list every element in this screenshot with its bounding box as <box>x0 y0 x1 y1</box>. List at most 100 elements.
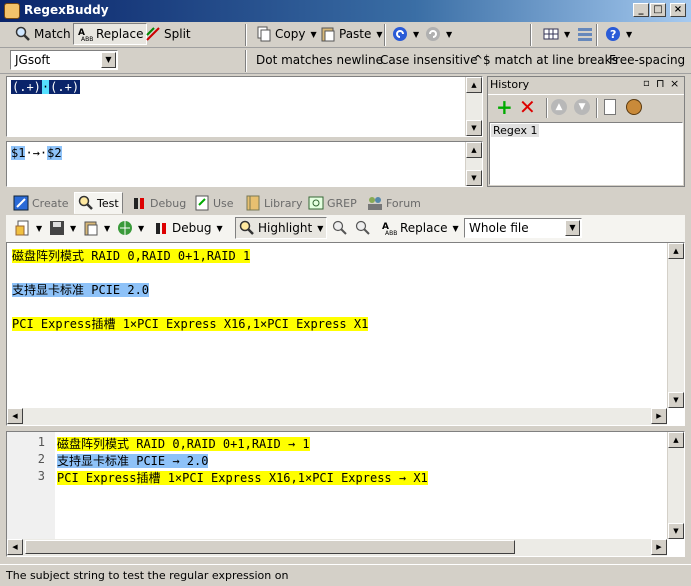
scroll-down-icon[interactable]: ▼ <box>466 120 482 136</box>
result-vscrollbar[interactable]: ▲ ▼ <box>667 432 684 539</box>
save-button[interactable]: ▼ <box>46 217 79 239</box>
chevron-down-icon: ▼ <box>104 223 111 233</box>
minimize-button[interactable]: _ <box>633 3 649 17</box>
copy-button[interactable]: Copy ▼ <box>253 23 320 45</box>
create-icon <box>13 195 29 211</box>
option-case-insensitive[interactable]: Case insensitive <box>380 53 477 67</box>
subject-vscrollbar[interactable]: ▲ ▼ <box>667 243 684 408</box>
test-toolbar: ▼ ▼ ▼ ▼ Debug ▼ Highlight ▼ A ABB Replace ▼ … <box>6 215 685 242</box>
previous-match-button[interactable] <box>329 217 351 239</box>
result-line-1: 磁盘阵列模式 RAID 0,RAID 0+1,RAID → 1 <box>57 435 310 452</box>
history-item[interactable]: Regex 1 <box>491 124 540 137</box>
regex-editor[interactable]: (.+)·(.+) ▲ ▼ <box>6 76 483 137</box>
scroll-up-icon[interactable]: ▲ <box>668 432 684 448</box>
test-replace-button[interactable]: A ABB Replace ▼ <box>378 217 462 239</box>
tab-forum[interactable]: Forum <box>364 192 424 214</box>
chevron-down-icon: ▼ <box>564 29 571 39</box>
scroll-thumb[interactable] <box>25 540 515 554</box>
backref-2: $2 <box>47 146 62 160</box>
next-match-button[interactable] <box>352 217 374 239</box>
subject-hscrollbar[interactable]: ◀ ▶ <box>7 408 667 425</box>
paste-label: Paste <box>339 27 372 41</box>
zoom-in-icon <box>355 220 371 236</box>
maximize-button[interactable]: □ <box>650 3 666 17</box>
scroll-up-icon[interactable]: ▲ <box>466 77 482 93</box>
scroll-right-icon[interactable]: ▶ <box>651 408 667 424</box>
history-panel: History ▫ ⊓ × + ✕ ▲ ▼ Regex 1 <box>487 76 685 187</box>
chevron-down-icon: ▼ <box>452 223 459 233</box>
scroll-right-icon[interactable]: ▶ <box>651 539 667 555</box>
web-button[interactable]: ▼ <box>114 217 147 239</box>
new-document-icon[interactable] <box>604 99 616 115</box>
chevron-down-icon: ▼ <box>317 223 324 233</box>
paste-icon <box>83 220 99 236</box>
regex-group-2: (.+) <box>50 80 80 94</box>
backref-1: $1 <box>11 146 26 160</box>
paste-test-button[interactable]: ▼ <box>80 217 113 239</box>
option-multiline[interactable]: ^$ match at line breaks <box>473 53 618 67</box>
buddy-icon[interactable] <box>626 99 642 115</box>
debug-button[interactable]: Debug ▼ <box>150 217 226 239</box>
add-icon[interactable]: + <box>496 97 513 117</box>
help-button[interactable]: ? ▼ <box>602 23 635 45</box>
paste-button[interactable]: Paste ▼ <box>317 23 386 45</box>
replace-button[interactable]: A ABB Replace <box>73 23 148 45</box>
tab-label: Use <box>213 196 234 210</box>
tab-use[interactable]: Use <box>191 192 237 214</box>
redo-button[interactable]: ▼ <box>422 23 455 45</box>
regex-group-1: (.+) <box>12 80 41 94</box>
scroll-left-icon[interactable]: ◀ <box>7 539 23 555</box>
highlight-button[interactable]: Highlight ▼ <box>235 217 328 239</box>
line-number: 1 <box>37 435 45 449</box>
tab-label: Debug <box>150 196 187 210</box>
zoom-out-icon <box>332 220 348 236</box>
close-icon[interactable]: × <box>670 77 679 90</box>
tab-create[interactable]: Create <box>10 192 72 214</box>
result-highlight: 磁盘阵列模式 RAID 0,RAID 0+1,RAID → 1 <box>57 437 310 451</box>
move-up-icon[interactable]: ▲ <box>551 99 567 115</box>
match-button[interactable]: Match <box>12 23 74 45</box>
svg-text:?: ? <box>610 28 616 41</box>
tab-grep[interactable]: GREP <box>305 192 360 214</box>
layout-button[interactable]: ▼ <box>540 23 573 45</box>
split-button[interactable]: Split <box>142 23 194 45</box>
undo-button[interactable]: ▼ <box>389 23 422 45</box>
replacement-editor[interactable]: $1·→·$2 ▲ ▼ <box>6 141 483 187</box>
scroll-down-icon[interactable]: ▼ <box>466 170 482 186</box>
option-dot-matches-newline[interactable]: Dot matches newline <box>256 53 383 67</box>
scope-select[interactable]: Whole file ▼ <box>464 218 582 238</box>
dock-icon[interactable]: ⊓ <box>656 77 665 90</box>
scroll-down-icon[interactable]: ▼ <box>668 392 684 408</box>
flavor-select[interactable]: JGsoft ▼ <box>10 50 118 70</box>
scroll-left-icon[interactable]: ◀ <box>7 408 23 424</box>
svg-text:ABB: ABB <box>385 230 397 236</box>
people-icon <box>367 195 383 211</box>
tab-library[interactable]: Library <box>242 192 305 214</box>
tab-debug[interactable]: Debug <box>128 192 189 214</box>
history-list[interactable]: Regex 1 <box>489 122 683 185</box>
split-label: Split <box>164 27 191 41</box>
panels-button[interactable] <box>574 23 596 45</box>
pin-icon[interactable]: ▫ <box>643 78 650 89</box>
chevron-down-icon[interactable]: ▼ <box>101 52 116 68</box>
subject-editor[interactable]: 磁盘阵列模式 RAID 0,RAID 0+1,RAID 1 支持显卡标准 PCI… <box>6 242 685 426</box>
result-hscrollbar[interactable]: ◀ ▶ <box>7 539 667 556</box>
chevron-down-icon[interactable]: ▼ <box>565 220 580 236</box>
replacement-scrollbar[interactable]: ▲ ▼ <box>465 142 482 186</box>
chevron-down-icon: ▼ <box>138 223 145 233</box>
move-down-icon[interactable]: ▼ <box>574 99 590 115</box>
delete-icon[interactable]: ✕ <box>519 97 536 117</box>
chevron-down-icon: ▼ <box>626 29 633 39</box>
scroll-down-icon[interactable]: ▼ <box>668 523 684 539</box>
bug-icon <box>131 195 147 211</box>
scroll-up-icon[interactable]: ▲ <box>668 243 684 259</box>
tab-test[interactable]: Test <box>74 192 123 214</box>
result-editor[interactable]: 1 磁盘阵列模式 RAID 0,RAID 0+1,RAID → 1 2 支持显卡… <box>6 431 685 557</box>
option-free-spacing[interactable]: Free-spacing <box>609 53 685 67</box>
app-icon <box>4 3 20 19</box>
close-button[interactable]: × <box>670 3 686 17</box>
scroll-up-icon[interactable]: ▲ <box>466 142 482 158</box>
regex-scrollbar[interactable]: ▲ ▼ <box>465 77 482 136</box>
file-icon <box>15 220 31 236</box>
open-file-button[interactable]: ▼ <box>12 217 45 239</box>
